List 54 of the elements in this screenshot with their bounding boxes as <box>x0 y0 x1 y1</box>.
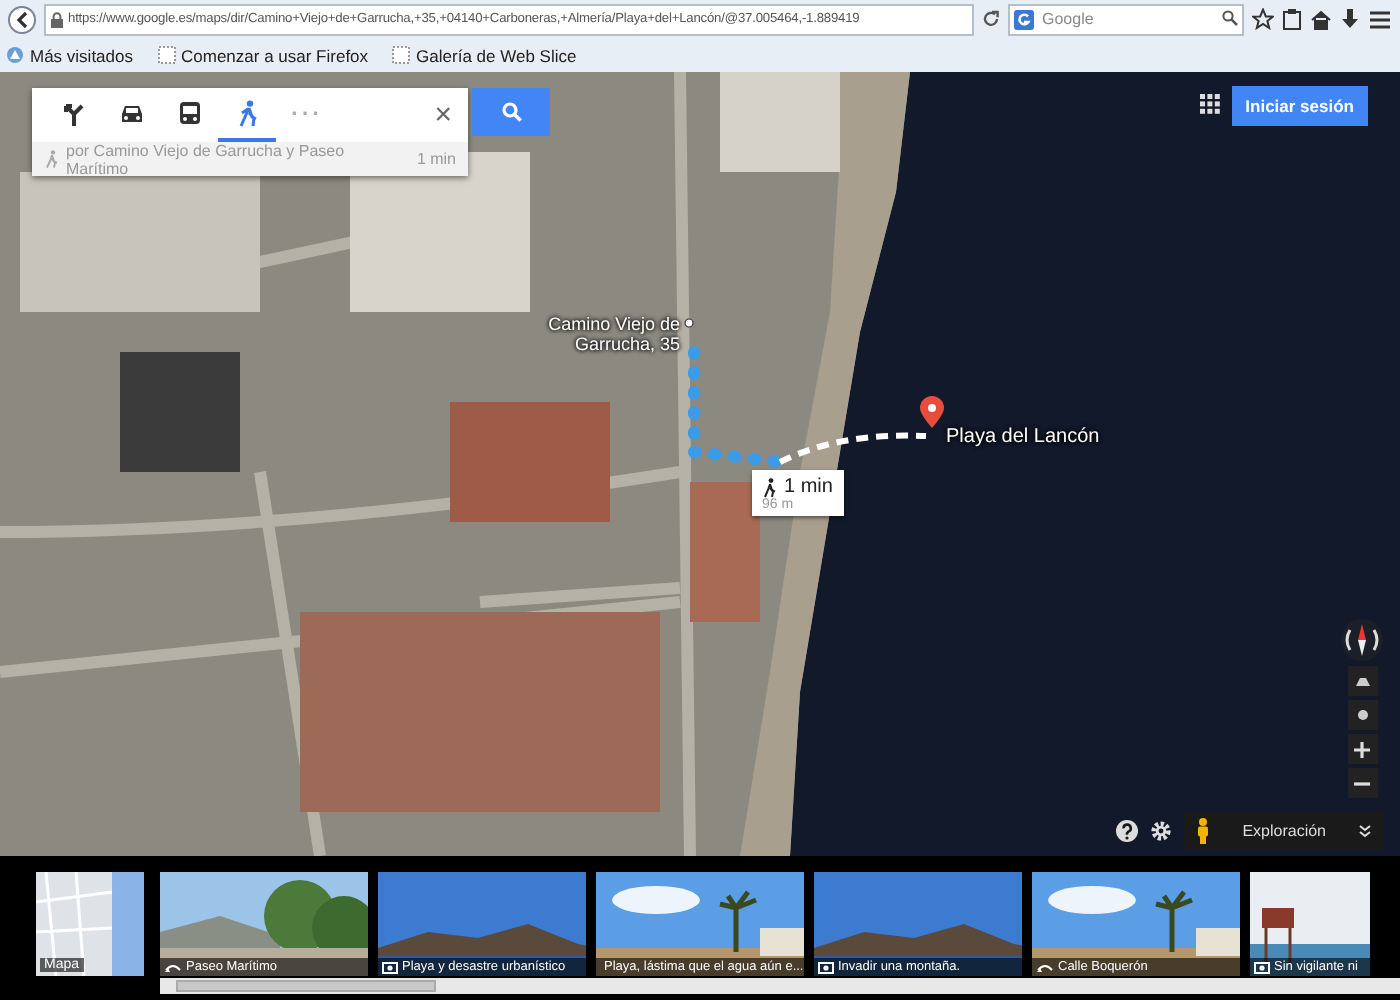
search-icon <box>501 102 521 122</box>
page-icon <box>157 46 175 64</box>
camera-icon <box>382 960 398 974</box>
reload-icon[interactable] <box>982 10 1000 28</box>
star-icon[interactable] <box>1252 8 1274 30</box>
origin-dot-icon <box>684 318 694 328</box>
bookmark[interactable]: Más visitados <box>6 45 133 65</box>
camera-icon <box>818 960 834 974</box>
page-icon <box>392 46 411 64</box>
walking-person-icon <box>762 477 776 497</box>
directions-icon[interactable] <box>59 99 87 127</box>
panorama-icon <box>1036 961 1054 973</box>
google-icon <box>1014 9 1034 29</box>
bookmark-folder-icon <box>6 46 24 64</box>
tilt-button[interactable] <box>1347 666 1377 696</box>
walking-person-icon[interactable] <box>235 99 259 127</box>
apps-grid-icon[interactable] <box>1200 94 1220 114</box>
lock-icon <box>50 11 64 27</box>
route-duration: 1 min <box>416 150 456 168</box>
scrollbar-thumb[interactable] <box>176 980 436 992</box>
destination-label[interactable]: Playa del Lancón <box>946 426 1100 449</box>
walking-person-icon <box>44 150 58 168</box>
scrollbar[interactable] <box>160 978 1400 994</box>
car-icon[interactable] <box>117 101 145 125</box>
bus-icon[interactable] <box>177 99 201 127</box>
bookmark[interactable]: Comenzar a usar Firefox <box>157 45 369 65</box>
menu-icon[interactable] <box>1368 9 1392 29</box>
back-icon[interactable] <box>8 5 36 33</box>
search-icon[interactable] <box>1222 9 1238 25</box>
zoom-in-button[interactable] <box>1347 734 1377 764</box>
close-button[interactable]: × <box>430 98 456 132</box>
search-field[interactable]: Google <box>1008 3 1244 35</box>
callout-time: 1 min <box>784 476 833 498</box>
settings-icon[interactable] <box>1150 820 1173 842</box>
compass-icon[interactable] <box>1340 618 1384 662</box>
explore-button[interactable]: Exploración <box>1184 812 1384 850</box>
panorama-icon <box>164 961 182 973</box>
sign-in-button[interactable]: Iniciar sesión <box>1231 86 1368 126</box>
clipboard-icon[interactable] <box>1282 8 1302 30</box>
location-icon <box>1355 708 1369 722</box>
bookmark[interactable]: Galería de Web Slice <box>392 45 577 65</box>
tilt-icon <box>1353 675 1371 687</box>
download-icon[interactable] <box>1340 8 1360 30</box>
location-button[interactable] <box>1347 700 1377 730</box>
pegman-icon <box>1196 818 1211 844</box>
home-icon[interactable] <box>1310 9 1332 29</box>
camera-icon <box>1254 960 1270 974</box>
plus-icon <box>1354 741 1370 757</box>
search-button[interactable] <box>472 88 550 136</box>
origin-label: Camino Viejo de Garrucha, 35 <box>546 314 680 356</box>
chevron-down-icon <box>1358 824 1372 838</box>
destination-pin-icon <box>920 396 944 428</box>
help-icon[interactable] <box>1116 820 1139 842</box>
zoom-out-button[interactable] <box>1347 768 1377 798</box>
